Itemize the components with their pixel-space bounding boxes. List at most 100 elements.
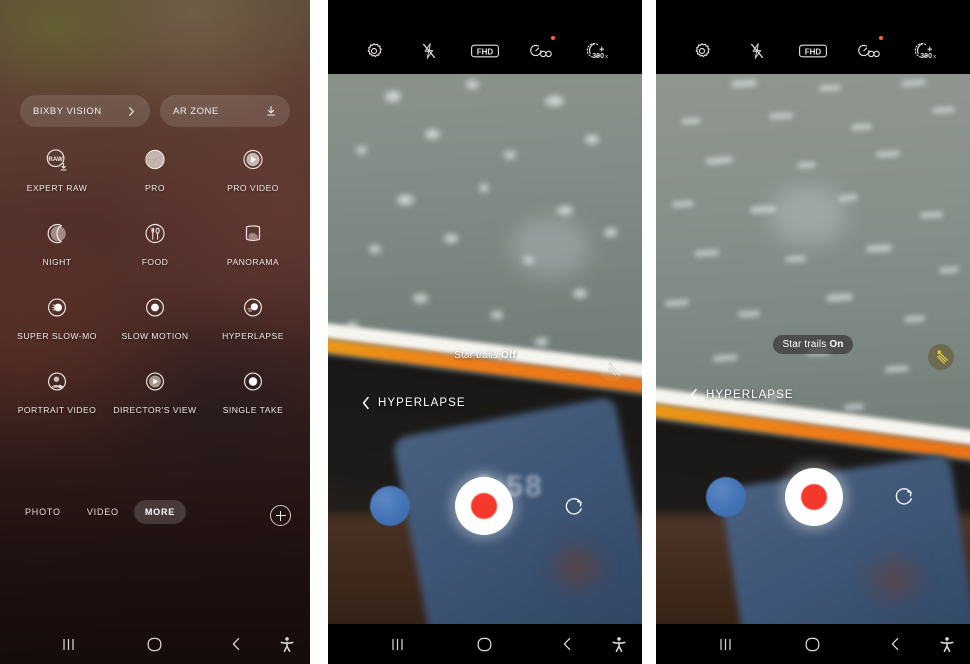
- current-mode-label: HYPERLAPSE: [706, 388, 794, 401]
- aperture-icon: [141, 146, 169, 174]
- settings-icon[interactable]: [687, 39, 717, 63]
- mode-hyperlapse[interactable]: HYPERLAPSE: [204, 294, 302, 341]
- accessibility-icon[interactable]: [279, 636, 295, 653]
- star-trails-state: On: [829, 339, 844, 351]
- star-trails-prefix: Star trails: [782, 339, 827, 351]
- svg-text:300: 300: [920, 52, 932, 60]
- gallery-thumbnail[interactable]: [706, 477, 746, 518]
- mode-label: PRO: [145, 183, 165, 193]
- speed-icon[interactable]: 300 x: [909, 39, 939, 63]
- chevron-left-icon[interactable]: [689, 388, 699, 402]
- hyperlapse-icon: [239, 294, 267, 322]
- mode-label: NIGHT: [42, 257, 72, 267]
- mode-label: SUPER SLOW-MO: [17, 331, 97, 341]
- settings-icon[interactable]: [359, 39, 389, 63]
- current-mode-label: HYPERLAPSE: [378, 396, 466, 409]
- mode-portrait-video[interactable]: PORTRAIT VIDEO: [8, 368, 106, 415]
- gallery-thumbnail[interactable]: [370, 485, 410, 526]
- star-trails-row: Star trails Off: [328, 346, 642, 382]
- camera-viewfinder[interactable]: Star trails On HYPERLAPSE: [656, 74, 970, 624]
- ar-zone-chip[interactable]: AR ZONE: [160, 95, 290, 127]
- raw-download-icon: RAW: [43, 146, 71, 174]
- mode-slow-motion[interactable]: SLOW MOTION: [106, 294, 204, 341]
- camera-top-bar: FHD 300 x: [328, 0, 642, 74]
- mode-label: PORTRAIT VIDEO: [17, 405, 97, 415]
- camera-top-bar: FHD 300 x: [656, 0, 970, 74]
- recents-icon[interactable]: [60, 637, 77, 652]
- resolution-icon[interactable]: FHD: [798, 39, 828, 63]
- mode-expert-raw[interactable]: RAW EXPERT RAW: [8, 146, 106, 193]
- home-icon[interactable]: [476, 636, 493, 653]
- star-trails-state: Off: [500, 350, 516, 362]
- fork-spoon-icon: [141, 220, 169, 248]
- portrait-video-icon: [43, 368, 71, 396]
- star-trails-status: Star trails Off: [445, 346, 525, 365]
- svg-text:300: 300: [592, 52, 604, 60]
- mode-label: FOOD: [141, 257, 169, 267]
- mode-super-slow-mo[interactable]: SUPER SLOW-MO: [8, 294, 106, 341]
- single-take-icon: [239, 368, 267, 396]
- camera-controls-row: [656, 467, 970, 529]
- svg-text:x: x: [933, 54, 936, 60]
- record-indicator: [801, 484, 827, 511]
- home-icon[interactable]: [146, 636, 163, 653]
- chevron-left-icon[interactable]: [361, 396, 371, 410]
- mode-directors-view[interactable]: DIRECTOR'S VIEW: [106, 368, 204, 415]
- mode-food[interactable]: FOOD: [106, 220, 204, 267]
- ar-zone-label: AR ZONE: [173, 105, 219, 117]
- star-trails-status: Star trails On: [773, 335, 853, 355]
- svg-text:FHD: FHD: [477, 47, 494, 56]
- system-navbar: [656, 624, 970, 664]
- recents-icon[interactable]: [717, 637, 734, 652]
- mode-label: SINGLE TAKE: [222, 405, 284, 415]
- home-icon[interactable]: [804, 636, 821, 653]
- system-navbar: [0, 624, 310, 664]
- recents-icon[interactable]: [389, 637, 406, 652]
- panel-hyperlapse-star-trails-off: FHD 300 x 8:58 Star trails Off HYPERLAPS…: [328, 0, 642, 664]
- record-button[interactable]: [785, 468, 843, 527]
- back-icon[interactable]: [888, 636, 902, 652]
- resolution-icon[interactable]: FHD: [470, 39, 500, 63]
- mode-pro-video[interactable]: PRO VIDEO: [204, 146, 302, 193]
- screenshot-stage: BIXBY VISION AR ZONE RAW EXPERT RAW PRO …: [0, 0, 970, 664]
- shortcut-chip-row: BIXBY VISION AR ZONE: [20, 95, 290, 127]
- viewfinder-shadow: [869, 558, 918, 600]
- panel-camera-more-modes: BIXBY VISION AR ZONE RAW EXPERT RAW PRO …: [0, 0, 310, 664]
- back-icon[interactable]: [229, 636, 243, 652]
- tab-photo[interactable]: PHOTO: [14, 500, 72, 524]
- timelapse-badge: [878, 36, 883, 40]
- mode-indicator-row: HYPERLAPSE: [656, 388, 970, 402]
- mode-label: SLOW MOTION: [121, 331, 189, 341]
- slow-motion-icon: [141, 294, 169, 322]
- mode-panorama[interactable]: PANORAMA: [204, 220, 302, 267]
- mode-night[interactable]: NIGHT: [8, 220, 106, 267]
- add-mode-icon[interactable]: [270, 505, 291, 526]
- mode-indicator-row: HYPERLAPSE: [328, 396, 642, 410]
- flash-off-icon[interactable]: [742, 39, 772, 63]
- svg-text:x: x: [605, 54, 608, 60]
- record-button[interactable]: [455, 476, 513, 535]
- accessibility-icon[interactable]: [611, 636, 627, 653]
- star-trails-on-icon[interactable]: [928, 343, 954, 370]
- timelapse-icon[interactable]: [526, 36, 556, 63]
- camera-viewfinder[interactable]: 8:58 Star trails Off HYPERLAPSE: [328, 74, 642, 624]
- mode-pro[interactable]: PRO: [106, 146, 204, 193]
- speed-icon[interactable]: 300 x: [581, 39, 611, 63]
- download-icon: [265, 105, 277, 117]
- switch-camera-icon[interactable]: [559, 491, 589, 521]
- tab-video[interactable]: VIDEO: [76, 500, 130, 524]
- bixby-vision-chip[interactable]: BIXBY VISION: [20, 95, 150, 127]
- mode-tabs: PHOTO VIDEO MORE: [14, 500, 187, 524]
- timelapse-icon[interactable]: [854, 36, 884, 63]
- back-icon[interactable]: [560, 636, 574, 652]
- switch-camera-icon[interactable]: [889, 481, 919, 511]
- star-trails-prefix: Star trails: [454, 350, 499, 362]
- timelapse-badge: [550, 36, 555, 40]
- system-navbar: [328, 624, 642, 664]
- accessibility-icon[interactable]: [939, 636, 955, 653]
- camera-toolbar: FHD 300 x: [656, 36, 970, 64]
- panel-hyperlapse-star-trails-on: FHD 300 x Star trails On HYPERLAPSE: [656, 0, 970, 664]
- mode-single-take[interactable]: SINGLE TAKE: [204, 368, 302, 415]
- flash-off-icon[interactable]: [414, 39, 444, 63]
- tab-more[interactable]: MORE: [133, 500, 187, 524]
